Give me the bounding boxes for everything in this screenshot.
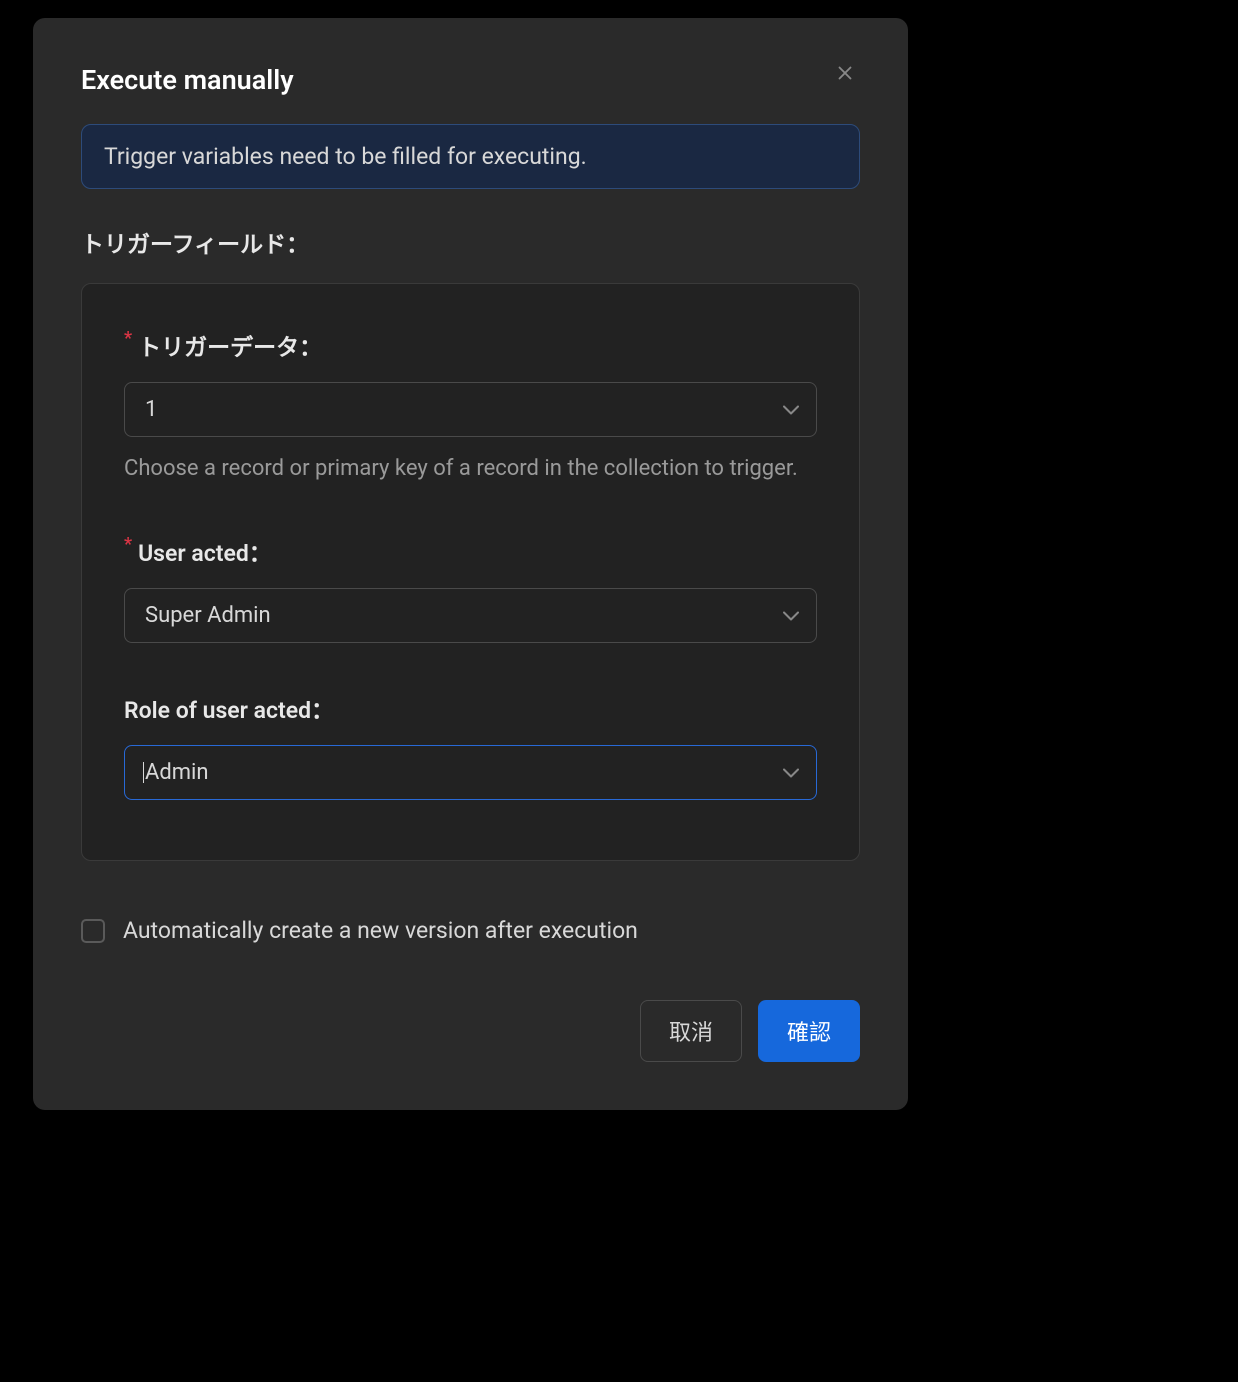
close-icon — [834, 62, 856, 87]
role-of-user-select-wrapper: Admin — [124, 745, 817, 800]
role-of-user-group: Role of user acted： Admin — [124, 691, 817, 800]
user-acted-value: Super Admin — [145, 603, 271, 628]
trigger-data-help: Choose a record or primary key of a reco… — [124, 451, 817, 486]
modal-title: Execute manually — [81, 64, 294, 96]
confirm-button[interactable]: 確認 — [758, 1000, 860, 1062]
button-row: 取消 確認 — [81, 1000, 860, 1062]
section-label: トリガーフィールド： — [81, 225, 860, 259]
user-acted-group: *User acted： Super Admin — [124, 534, 817, 643]
cancel-button[interactable]: 取消 — [640, 1000, 742, 1062]
form-container: *トリガーデータ： 1 Choose a record or primary k… — [81, 283, 860, 861]
modal-header: Execute manually — [81, 64, 860, 96]
trigger-data-label: *トリガーデータ： — [124, 328, 817, 362]
auto-version-checkbox-row: Automatically create a new version after… — [81, 917, 860, 944]
close-button[interactable] — [830, 58, 860, 91]
trigger-data-select[interactable]: 1 — [124, 382, 817, 437]
role-of-user-select[interactable]: Admin — [124, 745, 817, 800]
role-of-user-value: Admin — [145, 760, 209, 785]
auto-version-label: Automatically create a new version after… — [123, 917, 638, 944]
user-acted-label: *User acted： — [124, 534, 817, 568]
user-acted-select-wrapper: Super Admin — [124, 588, 817, 643]
execute-manually-modal: Execute manually Trigger variables need … — [33, 18, 908, 1110]
auto-version-checkbox[interactable] — [81, 919, 105, 943]
trigger-data-select-wrapper: 1 — [124, 382, 817, 437]
alert-text: Trigger variables need to be filled for … — [104, 143, 587, 170]
trigger-data-value: 1 — [145, 397, 157, 422]
user-acted-select[interactable]: Super Admin — [124, 588, 817, 643]
required-asterisk: * — [124, 534, 132, 555]
alert-box: Trigger variables need to be filled for … — [81, 124, 860, 189]
trigger-data-group: *トリガーデータ： 1 Choose a record or primary k… — [124, 328, 817, 486]
role-of-user-label: Role of user acted： — [124, 691, 817, 725]
required-asterisk: * — [124, 328, 132, 349]
